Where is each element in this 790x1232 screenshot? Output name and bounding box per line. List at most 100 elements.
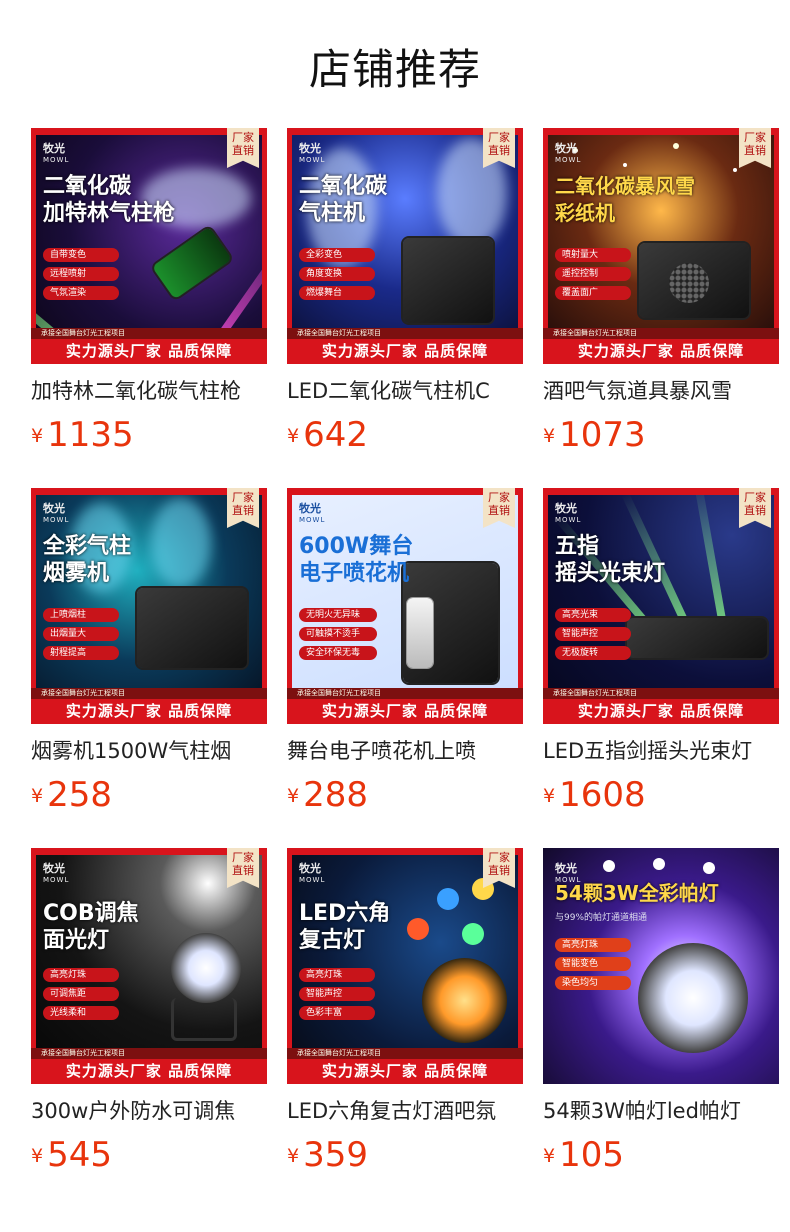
currency-symbol: ¥ [543, 785, 556, 807]
product-price: ¥545 [31, 1136, 267, 1175]
product-name[interactable]: LED二氧化碳气柱机C [287, 376, 523, 406]
feature-list: 全彩变色 角度变换 燃爆舞台 [299, 248, 375, 305]
product-name[interactable]: LED六角复古灯酒吧氛 [287, 1096, 523, 1126]
quality-banner: 实力源头厂家 品质保障 [31, 699, 267, 724]
product-image[interactable]: 牧光 MOWL 厂家 直销 二氧化碳 加特林气柱枪 自带变色 远程喷射 气氛渲染 … [31, 128, 267, 364]
feature-tag: 燃爆舞台 [299, 286, 375, 300]
feature-list: 高亮灯珠 智能声控 色彩丰富 [299, 968, 375, 1025]
currency-symbol: ¥ [31, 1145, 44, 1167]
brand-logo: 牧光 MOWL [43, 502, 70, 524]
feature-list: 无明火无异味 可触摸不烫手 安全环保无毒 [299, 608, 377, 665]
product-price: ¥258 [31, 776, 267, 815]
product-card[interactable]: 牧光 MOWL 厂家 直销 五指 摇头光束灯 高亮光束 智能声控 无极旋转 承接全… [543, 488, 779, 815]
product-image[interactable]: 牧光 MOWL 厂家 直销 二氧化碳 气柱机 全彩变色 角度变换 燃爆舞台 承接全… [287, 128, 523, 364]
product-price: ¥1073 [543, 416, 779, 455]
feature-tag: 光线柔和 [43, 1006, 119, 1020]
currency-symbol: ¥ [31, 785, 44, 807]
product-name[interactable]: 烟雾机1500W气柱烟 [31, 736, 267, 766]
product-name[interactable]: 加特林二氧化碳气柱枪 [31, 376, 267, 406]
brand-logo: 牧光 MOWL [555, 142, 582, 164]
feature-tag: 覆盖面广 [555, 286, 631, 300]
product-price: ¥105 [543, 1136, 779, 1175]
feature-tag: 高亮灯珠 [555, 938, 631, 952]
product-card[interactable]: 牧光 MOWL 厂家 直销 全彩气柱 烟雾机 上喷烟柱 出烟量大 射程提高 承接全… [31, 488, 267, 815]
product-card[interactable]: 牧光 MOWL 厂家 直销 COB调焦 面光灯 高亮灯珠 可调焦距 光线柔和 承接… [31, 848, 267, 1175]
price-value: 258 [47, 775, 112, 815]
price-value: 288 [303, 775, 368, 815]
feature-tag: 可调焦距 [43, 987, 119, 1001]
feature-list: 上喷烟柱 出烟量大 射程提高 [43, 608, 119, 665]
confetti-machine-device [639, 243, 749, 318]
feature-tag: 无明火无异味 [299, 608, 377, 622]
product-price: ¥1135 [31, 416, 267, 455]
product-image[interactable]: 牧光 MOWL 厂家 直销 600W舞台 电子喷花机 无明火无异味 可触摸不烫手 … [287, 488, 523, 724]
product-name[interactable]: LED五指剑摇头光束灯 [543, 736, 779, 766]
factory-direct-badge: 厂家 直销 [227, 488, 259, 528]
product-card[interactable]: 牧光 MOWL 厂家 直销 600W舞台 电子喷花机 无明火无异味 可触摸不烫手 … [287, 488, 523, 815]
price-value: 545 [47, 1135, 112, 1175]
feature-tag: 自带变色 [43, 248, 119, 262]
brand-logo: 牧光 MOWL [43, 142, 70, 164]
brand-logo: 牧光 MOWL [555, 502, 582, 524]
project-strap: 承接全国舞台灯光工程项目 [31, 1048, 267, 1059]
product-card[interactable]: 牧光 MOWL 54颗3W全彩帕灯 与99%的帕灯通道相通 高亮灯珠 智能变色 染… [543, 848, 779, 1175]
product-card[interactable]: 牧光 MOWL 厂家 直销 二氧化碳 加特林气柱枪 自带变色 远程喷射 气氛渲染 … [31, 128, 267, 455]
product-name[interactable]: 舞台电子喷花机上喷 [287, 736, 523, 766]
project-strap: 承接全国舞台灯光工程项目 [31, 328, 267, 339]
quality-banner: 实力源头厂家 品质保障 [31, 1059, 267, 1084]
product-image[interactable]: 牧光 MOWL 54颗3W全彩帕灯 与99%的帕灯通道相通 高亮灯珠 智能变色 染… [543, 848, 779, 1084]
brand-logo: 牧光 MOWL [299, 502, 326, 524]
image-headline: 二氧化碳 加特林气柱枪 [43, 174, 176, 226]
product-image[interactable]: 牧光 MOWL 厂家 直销 LED六角 复古灯 高亮灯珠 智能声控 色彩丰富 承接… [287, 848, 523, 1084]
product-card[interactable]: 牧光 MOWL 厂家 直销 二氧化碳暴风雪 彩纸机 喷射量大 遥控控制 覆盖面广 … [543, 128, 779, 455]
price-value: 642 [303, 415, 368, 455]
feature-list: 高亮灯珠 可调焦距 光线柔和 [43, 968, 119, 1025]
product-card[interactable]: 牧光 MOWL 厂家 直销 LED六角 复古灯 高亮灯珠 智能声控 色彩丰富 承接… [287, 848, 523, 1175]
feature-tag: 高亮灯珠 [299, 968, 375, 982]
quality-banner: 实力源头厂家 品质保障 [543, 699, 779, 724]
spotlight-lens [171, 933, 241, 1003]
product-name[interactable]: 酒吧气氛道具暴风雪 [543, 376, 779, 406]
image-headline: 二氧化碳暴风雪 彩纸机 [555, 174, 695, 225]
factory-direct-badge: 厂家 直销 [227, 128, 259, 168]
project-strap: 承接全国舞台灯光工程项目 [543, 688, 779, 699]
fog-machine-device [137, 588, 247, 668]
factory-direct-badge: 厂家 直销 [483, 848, 515, 888]
product-image[interactable]: 牧光 MOWL 厂家 直销 COB调焦 面光灯 高亮灯珠 可调焦距 光线柔和 承接… [31, 848, 267, 1084]
image-headline: COB调焦 面光灯 [43, 901, 139, 953]
quality-banner: 实力源头厂家 品质保障 [287, 699, 523, 724]
feature-list: 自带变色 远程喷射 气氛渲染 [43, 248, 119, 305]
product-name[interactable]: 300w户外防水可调焦 [31, 1096, 267, 1126]
currency-symbol: ¥ [287, 425, 300, 447]
lamp-stand [171, 998, 237, 1041]
feature-tag: 远程喷射 [43, 267, 119, 281]
page-title: 店铺推荐 [308, 45, 481, 94]
remote-control-icon [407, 598, 433, 668]
project-strap: 承接全国舞台灯光工程项目 [31, 688, 267, 699]
factory-direct-badge: 厂家 直销 [227, 848, 259, 888]
currency-symbol: ¥ [31, 425, 44, 447]
quality-banner: 实力源头厂家 品质保障 [287, 1059, 523, 1084]
product-image[interactable]: 牧光 MOWL 厂家 直销 二氧化碳暴风雪 彩纸机 喷射量大 遥控控制 覆盖面广 … [543, 128, 779, 364]
product-grid: 牧光 MOWL 厂家 直销 二氧化碳 加特林气柱枪 自带变色 远程喷射 气氛渲染 … [31, 128, 790, 1175]
image-subline: 与99%的帕灯通道相通 [555, 913, 648, 923]
product-image[interactable]: 牧光 MOWL 厂家 直销 全彩气柱 烟雾机 上喷烟柱 出烟量大 射程提高 承接全… [31, 488, 267, 724]
feature-tag: 高亮灯珠 [43, 968, 119, 982]
factory-direct-badge: 厂家 直销 [483, 488, 515, 528]
feature-tag: 高亮光束 [555, 608, 631, 622]
product-price: ¥359 [287, 1136, 523, 1175]
currency-symbol: ¥ [543, 1145, 556, 1167]
product-name[interactable]: 54颗3W帕灯led帕灯 [543, 1096, 779, 1126]
beam-light-bar-device [627, 618, 767, 658]
feature-tag: 染色均匀 [555, 976, 631, 990]
product-card[interactable]: 牧光 MOWL 厂家 直销 二氧化碳 气柱机 全彩变色 角度变换 燃爆舞台 承接全… [287, 128, 523, 455]
product-price: ¥288 [287, 776, 523, 815]
feature-tag: 可触摸不烫手 [299, 627, 377, 641]
price-value: 1608 [559, 775, 646, 815]
brand-logo: 牧光 MOWL [43, 862, 70, 884]
brand-logo: 牧光 MOWL [299, 142, 326, 164]
product-image[interactable]: 牧光 MOWL 厂家 直销 五指 摇头光束灯 高亮光束 智能声控 无极旋转 承接全… [543, 488, 779, 724]
factory-direct-badge: 厂家 直销 [739, 488, 771, 528]
hexagon-lamp [422, 958, 507, 1043]
project-strap: 承接全国舞台灯光工程项目 [287, 1048, 523, 1059]
